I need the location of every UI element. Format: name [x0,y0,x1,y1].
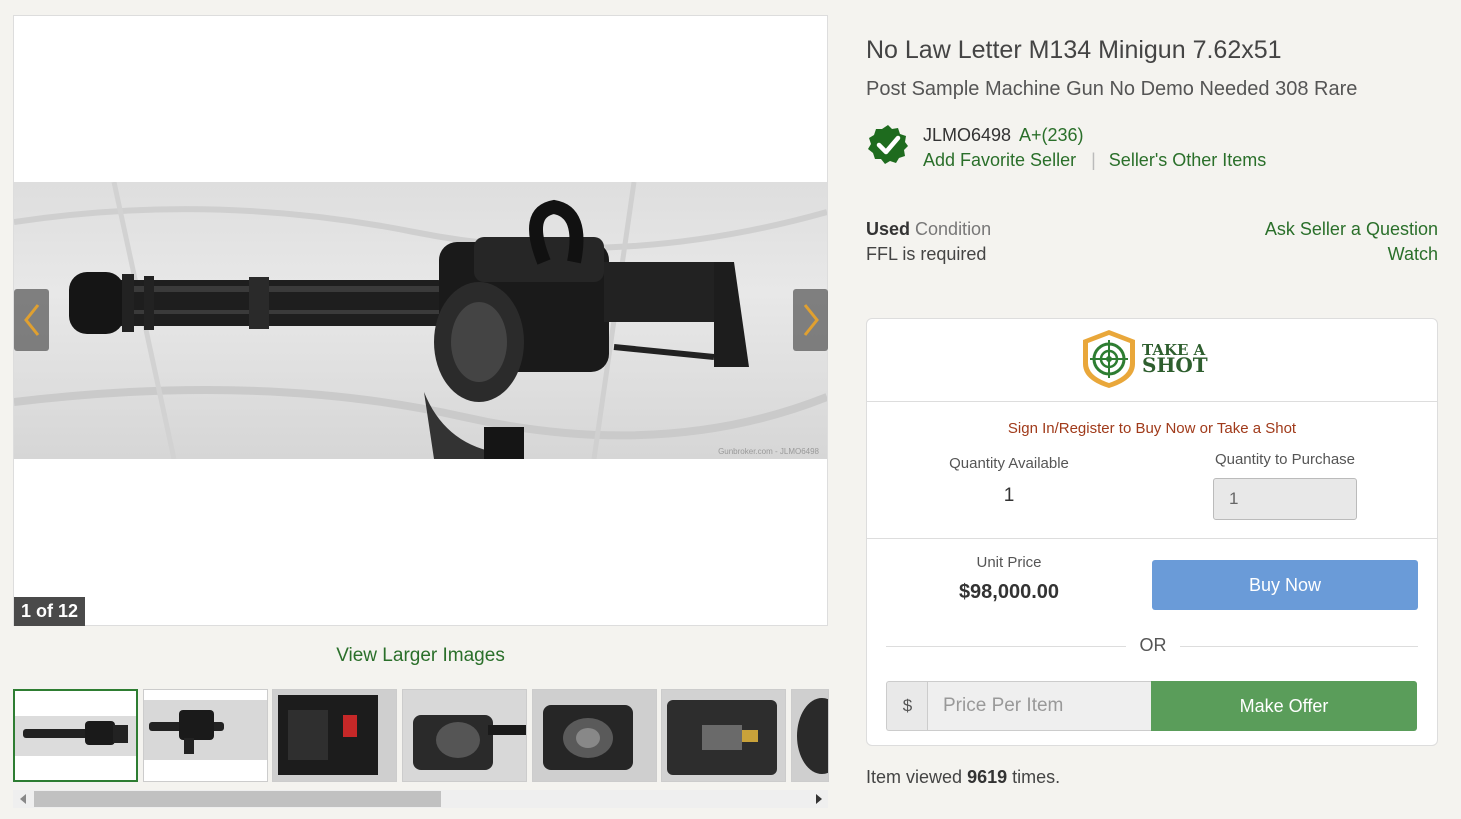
verified-check-icon [868,125,908,164]
thumbnail-4[interactable] [402,689,527,782]
thumbnail-1[interactable] [13,689,138,782]
scrollbar-thumb[interactable] [34,791,441,807]
make-offer-button[interactable]: Make Offer [1151,681,1417,731]
thumbnail-3[interactable] [272,689,397,782]
signin-register-link[interactable]: Sign In/Register to Buy Now or Take a Sh… [866,420,1438,437]
or-divider-right [1180,646,1418,647]
views-suffix: times. [1012,767,1061,787]
watermark: Gunbroker.com - JLMO6498 [718,447,819,456]
scroll-left-icon[interactable] [19,794,27,804]
thumbnail-2[interactable] [143,689,268,782]
ffl-required: FFL is required [866,244,987,264]
chevron-right-icon [803,304,819,336]
unit-price-label: Unit Price [976,554,1042,571]
image-counter: 1 of 12 [14,597,86,626]
view-larger-images-link[interactable]: View Larger Images [13,645,828,667]
ask-seller-question-link[interactable]: Ask Seller a Question [1265,219,1438,240]
seller-rating[interactable]: A+(236) [1019,125,1084,146]
condition-value: Used [866,219,911,239]
minigun-photo: Gunbroker.com - JLMO6498 [14,182,827,459]
listing-title: No Law Letter M134 Minigun 7.62x51 [866,36,1282,64]
seller-name[interactable]: JLMO6498 [923,125,1011,146]
watch-link[interactable]: Watch [1388,244,1438,265]
add-favorite-seller-link[interactable]: Add Favorite Seller [923,150,1076,170]
divider [867,401,1437,402]
or-label: OR [1139,635,1167,655]
take-a-shot-logo: TAKE A SHOT [1080,328,1210,395]
views-prefix: Item viewed [866,767,963,787]
or-divider-left [886,646,1126,647]
price-per-item-input[interactable] [927,681,1152,731]
qty-available-value: 1 [1003,485,1015,506]
link-separator: | [1091,150,1096,170]
logo-text-line2: SHOT [1142,353,1208,377]
qty-purchase-input[interactable] [1213,478,1357,520]
qty-available-label: Quantity Available [949,455,1069,472]
view-count: Item viewed 9619 times. [866,767,1060,788]
divider [867,538,1437,539]
qty-purchase-label: Quantity to Purchase [1214,451,1356,468]
next-image-button[interactable] [793,289,828,351]
views-count: 9619 [967,767,1008,787]
sellers-other-items-link[interactable]: Seller's Other Items [1109,150,1266,170]
thumbnail-5[interactable] [532,689,657,782]
thumbnail-6[interactable] [661,689,786,782]
listing-subtitle: Post Sample Machine Gun No Demo Needed 3… [866,78,1358,100]
unit-price-value: $98,000.00 [958,581,1060,603]
thumbnail-7[interactable] [791,689,829,782]
main-product-image[interactable]: Gunbroker.com - JLMO6498 [14,182,827,459]
scroll-right-icon[interactable] [815,794,823,804]
buy-now-button[interactable]: Buy Now [1152,560,1418,610]
prev-image-button[interactable] [14,289,49,351]
chevron-left-icon [23,304,39,336]
condition: Used Condition [866,219,991,240]
currency-prefix: $ [886,681,928,731]
condition-label: Condition [915,219,992,239]
